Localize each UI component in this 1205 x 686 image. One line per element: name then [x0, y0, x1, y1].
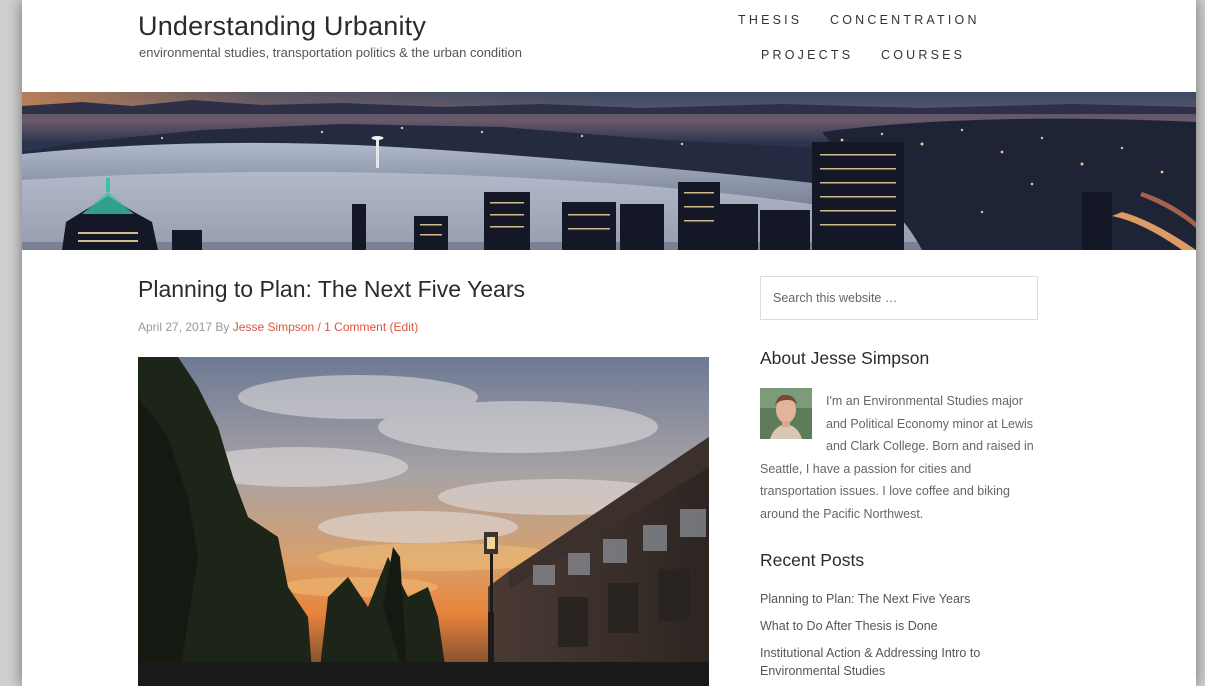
- recent-posts-title: Recent Posts: [760, 550, 865, 570]
- post-edit-link[interactable]: (Edit): [390, 320, 419, 334]
- nav-item-thesis[interactable]: THESIS: [738, 13, 802, 27]
- recent-post-item: Institutional Action & Addressing Intro …: [760, 644, 1042, 680]
- site-title[interactable]: Understanding Urbanity: [138, 11, 426, 42]
- site-header: Understanding Urbanity environmental stu…: [22, 0, 1196, 92]
- recent-post-item: What to Do After Thesis is Done: [760, 617, 1042, 635]
- recent-post-link[interactable]: What to Do After Thesis is Done: [760, 619, 938, 633]
- browser-page: Understanding Urbanity environmental stu…: [22, 0, 1196, 686]
- recent-post-link[interactable]: Institutional Action & Addressing Intro …: [760, 646, 980, 678]
- recent-post-item: Planning to Plan: The Next Five Years: [760, 590, 1042, 608]
- post-by-label: By: [215, 320, 230, 334]
- post-meta: April 27, 2017 By Jesse Simpson / 1 Comm…: [138, 320, 418, 334]
- about-widget-title: About Jesse Simpson: [760, 348, 930, 368]
- about-widget-text: I'm an Environmental Studies major and P…: [760, 390, 1042, 525]
- post-date: April 27, 2017: [138, 320, 213, 334]
- post-title[interactable]: Planning to Plan: The Next Five Years: [138, 276, 525, 303]
- nav-item-concentration[interactable]: CONCENTRATION: [830, 13, 980, 27]
- nav-item-courses[interactable]: COURSES: [881, 48, 965, 62]
- post-author-link[interactable]: Jesse Simpson: [233, 320, 314, 334]
- search-input[interactable]: [760, 276, 1038, 320]
- recent-post-link[interactable]: Planning to Plan: The Next Five Years: [760, 592, 970, 606]
- meta-separator: /: [317, 320, 321, 334]
- recent-posts-list: Planning to Plan: The Next Five Years Wh…: [760, 590, 1042, 686]
- post-comments-link[interactable]: 1 Comment: [324, 320, 386, 334]
- site-tagline: environmental studies, transportation po…: [139, 45, 522, 60]
- nav-item-projects[interactable]: PROJECTS: [761, 48, 853, 62]
- featured-image: [138, 357, 709, 686]
- header-banner-image: [22, 92, 1196, 250]
